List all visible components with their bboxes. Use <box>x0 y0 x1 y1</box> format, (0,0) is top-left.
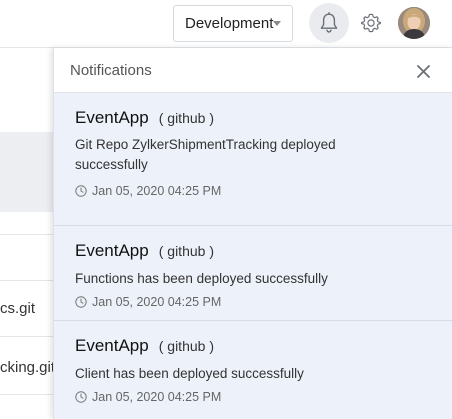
notifications-panel: Notifications EventApp ( github ) Git Re… <box>53 48 452 419</box>
divider <box>0 394 60 395</box>
background-row-text: cs.git <box>0 300 36 317</box>
notification-source: ( github ) <box>158 110 214 126</box>
notification-time: Jan 05, 2020 04:25 PM <box>92 184 222 198</box>
caret-down-icon <box>273 21 281 26</box>
clock-icon <box>75 296 87 308</box>
notification-app-name: EventApp <box>75 108 149 127</box>
bell-icon <box>319 12 339 34</box>
notification-timestamp: Jan 05, 2020 04:25 PM <box>75 295 221 309</box>
notification-message: Client has been deployed successfully <box>75 366 304 381</box>
notification-timestamp: Jan 05, 2020 04:25 PM <box>75 184 221 198</box>
divider <box>0 234 60 235</box>
notification-time: Jan 05, 2020 04:25 PM <box>92 295 222 309</box>
close-icon <box>416 64 430 78</box>
notification-message: Functions has been deployed successfully <box>75 271 328 286</box>
environment-dropdown[interactable]: Development <box>173 5 293 42</box>
notification-source: ( github ) <box>158 243 214 259</box>
background-section <box>0 132 60 212</box>
notification-item[interactable]: EventApp ( github ) Client has been depl… <box>54 321 452 419</box>
notification-time: Jan 05, 2020 04:25 PM <box>92 390 222 404</box>
notification-item[interactable]: EventApp ( github ) Functions has been d… <box>54 226 452 321</box>
close-button[interactable] <box>412 60 434 82</box>
notification-heading: EventApp ( github ) <box>75 108 214 128</box>
notification-item[interactable]: EventApp ( github ) Git Repo ZylkerShipm… <box>54 93 452 226</box>
background-row-text: cking.git <box>0 359 56 376</box>
notifications-header: Notifications <box>54 48 452 93</box>
notification-heading: EventApp ( github ) <box>75 241 214 261</box>
clock-icon <box>75 185 87 197</box>
notification-source: ( github ) <box>158 338 214 354</box>
notifications-title: Notifications <box>70 62 152 79</box>
top-header: Development <box>0 0 452 48</box>
divider <box>0 336 60 337</box>
notification-timestamp: Jan 05, 2020 04:25 PM <box>75 390 221 404</box>
notification-app-name: EventApp <box>75 336 149 355</box>
gear-icon <box>360 12 382 34</box>
notification-heading: EventApp ( github ) <box>75 336 214 356</box>
clock-icon <box>75 391 87 403</box>
notification-message: Git Repo ZylkerShipmentTracking deployed… <box>75 137 336 172</box>
environment-label: Development <box>185 15 274 32</box>
avatar[interactable] <box>398 7 430 39</box>
settings-button[interactable] <box>357 8 385 38</box>
divider <box>0 280 60 281</box>
notifications-button[interactable] <box>309 3 349 43</box>
notification-app-name: EventApp <box>75 241 149 260</box>
